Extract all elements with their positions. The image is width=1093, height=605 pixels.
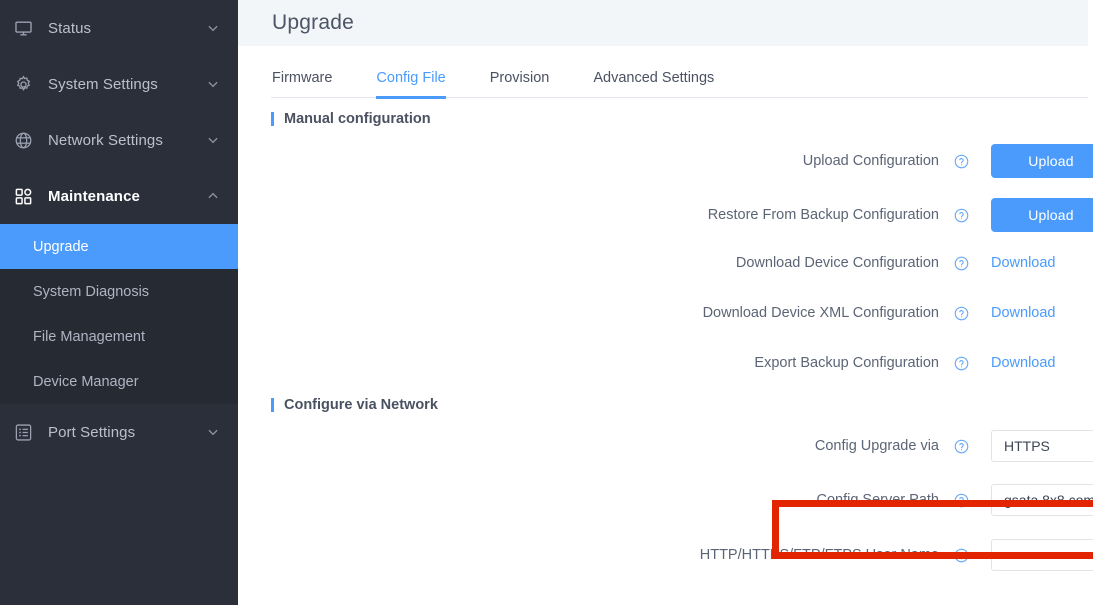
config-upgrade-via-select[interactable]: HTTPS	[991, 430, 1093, 462]
chevron-down-icon	[206, 21, 220, 35]
row-label: Download Device Configuration	[735, 255, 939, 271]
restore-backup-upload-button[interactable]: Upload	[991, 198, 1093, 232]
tab-bar: Firmware Config File Provision Advanced …	[238, 46, 1093, 99]
row-label: Download Device XML Configuration	[702, 305, 939, 321]
sidebar-item-maintenance[interactable]: Maintenance	[0, 168, 238, 224]
grid-apps-icon	[10, 187, 36, 206]
row-http-user-name: HTTP/HTTPS/FTP/FTPS User Name	[238, 539, 1093, 571]
chevron-up-icon	[206, 189, 220, 203]
section-accent-bar	[271, 112, 274, 126]
sidebar-item-system-diagnosis[interactable]: System Diagnosis	[0, 269, 238, 314]
upload-configuration-button[interactable]: Upload	[991, 144, 1093, 178]
sidebar-item-port-settings[interactable]: Port Settings	[0, 404, 238, 460]
help-icon[interactable]	[953, 492, 969, 508]
gear-icon	[10, 75, 36, 94]
row-download-device-configuration: Download Device Configuration Download	[238, 255, 1093, 271]
download-device-xml-configuration-link[interactable]: Download	[991, 305, 1056, 321]
maintenance-submenu: Upgrade System Diagnosis File Management…	[0, 224, 238, 404]
sidebar-navigation: Status System Settings Network Settings …	[0, 0, 238, 605]
sidebar-item-label: Network Settings	[48, 131, 163, 149]
chevron-down-icon	[206, 425, 220, 439]
help-icon[interactable]	[953, 355, 969, 371]
tab-config-file[interactable]: Config File	[376, 70, 447, 99]
section-accent-bar	[271, 398, 274, 412]
list-document-icon	[10, 423, 36, 442]
row-control: Download	[991, 305, 1093, 321]
row-upload-configuration: Upload Configuration Upload	[238, 144, 1093, 178]
row-control: Upload	[991, 144, 1093, 178]
manual-configuration-header: Manual configuration	[238, 111, 1093, 127]
tab-label: Config File	[376, 70, 446, 86]
export-backup-configuration-link[interactable]: Download	[991, 355, 1056, 371]
row-control	[991, 539, 1093, 571]
tab-label: Advanced Settings	[593, 70, 715, 86]
globe-icon	[10, 131, 36, 150]
row-control: Download	[991, 355, 1093, 371]
sidebar-subitem-label: Device Manager	[33, 373, 139, 390]
tab-advanced-settings[interactable]: Advanced Settings	[593, 70, 714, 98]
sidebar-item-system-settings[interactable]: System Settings	[0, 56, 238, 112]
row-config-server-path: Config Server Path	[238, 484, 1093, 516]
nav-group-port-settings: Port Settings	[0, 404, 238, 460]
sidebar-item-label: Port Settings	[48, 423, 136, 441]
sidebar-item-network-settings[interactable]: Network Settings	[0, 112, 238, 168]
row-restore-from-backup: Restore From Backup Configuration Upload	[238, 198, 1093, 232]
row-label: Config Server Path	[816, 492, 939, 508]
nav-group-status: Status	[0, 0, 238, 56]
sidebar-item-device-manager[interactable]: Device Manager	[0, 359, 238, 404]
tab-provision[interactable]: Provision	[490, 70, 550, 98]
sidebar-item-upgrade[interactable]: Upgrade	[0, 224, 238, 269]
select-value: HTTPS	[1004, 438, 1050, 454]
row-control: HTTPS	[991, 430, 1093, 462]
sidebar-item-label: Maintenance	[48, 187, 140, 205]
row-label: HTTP/HTTPS/FTP/FTPS User Name	[699, 547, 939, 563]
sidebar-subitem-label: Upgrade	[33, 238, 89, 255]
page-title: Upgrade	[272, 11, 354, 34]
row-control: Download	[991, 255, 1093, 271]
main-content: Upgrade Firmware Config File Provision A…	[238, 0, 1093, 605]
row-control	[991, 484, 1093, 516]
row-control: Upload	[991, 198, 1093, 232]
help-icon[interactable]	[953, 153, 969, 169]
nav-group-maintenance: Maintenance Upgrade System Diagnosis Fil…	[0, 168, 238, 404]
monitor-icon	[10, 19, 36, 38]
row-export-backup-configuration: Export Backup Configuration Download	[238, 355, 1093, 371]
chevron-down-icon	[206, 77, 220, 91]
section-title: Manual configuration	[284, 111, 431, 127]
download-device-configuration-link[interactable]: Download	[991, 255, 1056, 271]
tab-label: Firmware	[272, 70, 333, 86]
row-download-device-xml-configuration: Download Device XML Configuration Downlo…	[238, 305, 1093, 321]
row-label: Export Backup Configuration	[754, 355, 939, 371]
sidebar-item-status[interactable]: Status	[0, 0, 238, 56]
row-label: Restore From Backup Configuration	[707, 207, 939, 223]
sidebar-subitem-label: File Management	[33, 328, 146, 345]
upgrade-config-page: Status System Settings Network Settings …	[0, 0, 1093, 605]
nav-group-network-settings: Network Settings	[0, 112, 238, 168]
row-config-upgrade-via: Config Upgrade via HTTPS	[238, 430, 1093, 462]
help-icon[interactable]	[953, 438, 969, 454]
sidebar-subitem-label: System Diagnosis	[33, 283, 150, 300]
help-icon[interactable]	[953, 255, 969, 271]
nav-group-system-settings: System Settings	[0, 56, 238, 112]
tab-label: Provision	[489, 70, 550, 86]
help-icon[interactable]	[953, 547, 969, 563]
row-label: Config Upgrade via	[814, 438, 939, 454]
configure-via-network-header: Configure via Network	[238, 397, 1093, 413]
config-server-path-input[interactable]	[991, 484, 1093, 516]
page-header: Upgrade	[238, 0, 1088, 46]
tab-firmware[interactable]: Firmware	[272, 70, 332, 98]
sidebar-item-label: Status	[48, 19, 92, 37]
help-icon[interactable]	[953, 207, 969, 223]
section-title: Configure via Network	[284, 397, 438, 413]
http-user-name-input[interactable]	[991, 539, 1093, 571]
help-icon[interactable]	[953, 305, 969, 321]
row-label: Upload Configuration	[802, 153, 939, 169]
sidebar-item-file-management[interactable]: File Management	[0, 314, 238, 359]
chevron-down-icon	[206, 133, 220, 147]
sidebar-item-label: System Settings	[48, 75, 158, 93]
